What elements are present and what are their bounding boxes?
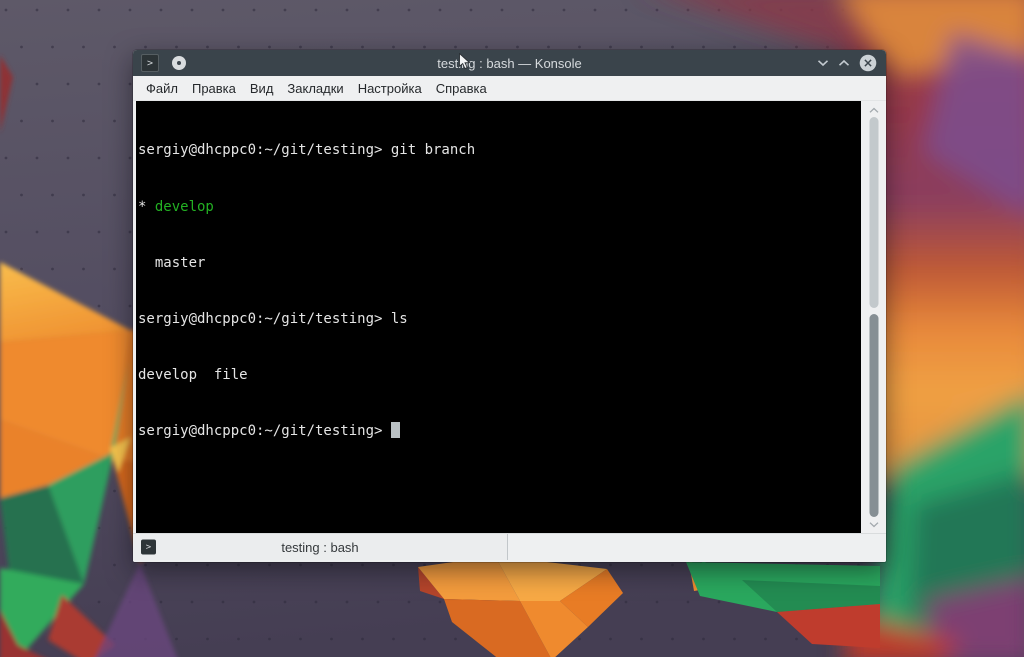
tabbar[interactable]: > testing : bash — [133, 533, 886, 562]
tab-testing-bash[interactable]: > testing : bash — [133, 534, 508, 560]
circle-x-icon — [859, 54, 877, 72]
minimize-button[interactable] — [817, 59, 829, 67]
scrollbar-track-segment[interactable] — [869, 117, 878, 308]
menu-item-settings[interactable]: Настройка — [351, 78, 429, 99]
terminal-line: sergiy@dhcppc0:~/git/testing> ls — [138, 310, 861, 329]
menu-item-view[interactable]: Вид — [243, 78, 281, 99]
menu-item-file[interactable]: Файл — [139, 78, 185, 99]
scroll-up-arrow-icon[interactable] — [869, 107, 879, 114]
terminal-line: sergiy@dhcppc0:~/git/testing> git branch — [138, 141, 861, 160]
terminal-output[interactable]: sergiy@dhcppc0:~/git/testing> git branch… — [136, 101, 861, 533]
dot-icon — [177, 61, 181, 65]
tab-label: testing : bash — [281, 540, 358, 555]
tab-terminal-icon: > — [141, 540, 156, 555]
scrollbar-thumb[interactable] — [869, 314, 878, 517]
menu-item-help[interactable]: Справка — [429, 78, 494, 99]
konsole-window: > testing : bash — Konsole — [133, 50, 886, 562]
scrollbar[interactable] — [861, 101, 886, 533]
chevron-up-icon — [838, 59, 850, 67]
terminal-area: sergiy@dhcppc0:~/git/testing> git branch… — [133, 101, 886, 533]
menu-item-edit[interactable]: Правка — [185, 78, 243, 99]
window-controls — [817, 54, 886, 72]
desktop: > testing : bash — Konsole — [0, 0, 1024, 657]
scroll-down-arrow-icon[interactable] — [869, 521, 879, 528]
close-button[interactable] — [859, 54, 877, 72]
git-current-branch: develop — [155, 199, 214, 215]
terminal-line: sergiy@dhcppc0:~/git/testing> — [138, 422, 861, 441]
menubar: Файл Правка Вид Закладки Настройка Справ… — [133, 76, 886, 101]
menu-item-bookmarks[interactable]: Закладки — [280, 78, 350, 99]
mouse-cursor — [458, 53, 472, 71]
terminal-line: develop file — [138, 366, 861, 385]
konsole-app-icon[interactable]: > — [141, 54, 159, 72]
tabbar-empty-area[interactable] — [508, 534, 886, 560]
window-dot-button[interactable] — [172, 56, 186, 70]
terminal-line: master — [138, 254, 861, 273]
terminal-cursor — [391, 422, 400, 438]
titlebar[interactable]: > testing : bash — Konsole — [133, 50, 886, 76]
chevron-down-icon — [817, 59, 829, 67]
terminal-line: * develop — [138, 198, 861, 217]
maximize-button[interactable] — [838, 59, 850, 67]
